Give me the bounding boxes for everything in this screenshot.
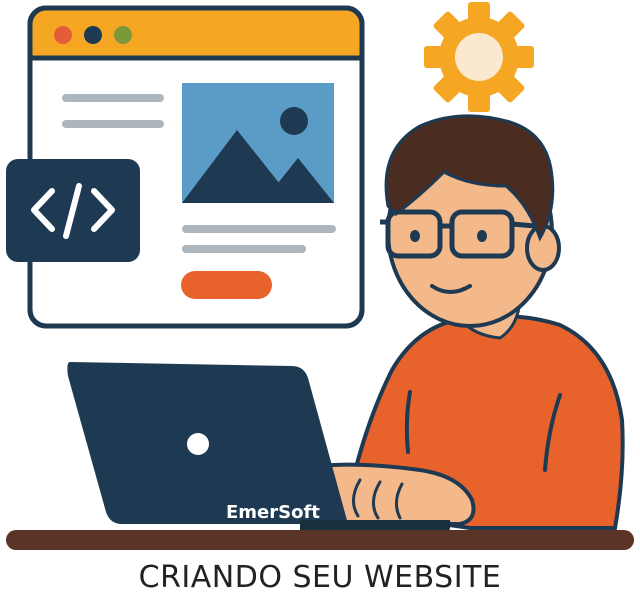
text-line-placeholder [62,94,164,102]
gear-icon [424,2,534,112]
developer-person [317,114,625,530]
illustration-scene: EmerSoft [6,2,634,550]
window-dot-red [54,26,72,44]
call-to-action-button [181,271,272,299]
page-caption: CRIANDO SEU WEBSITE [138,560,502,595]
image-placeholder-icon [182,83,334,203]
window-dot-navy [84,26,102,44]
code-brackets-icon [6,159,140,262]
window-dot-green [114,26,132,44]
text-line-placeholder [62,120,164,128]
text-line-placeholder [182,225,336,233]
laptop-logo [187,433,209,455]
text-line-placeholder [182,245,306,253]
desk-surface [6,530,634,550]
laptop-brand-label: EmerSoft [226,502,320,523]
